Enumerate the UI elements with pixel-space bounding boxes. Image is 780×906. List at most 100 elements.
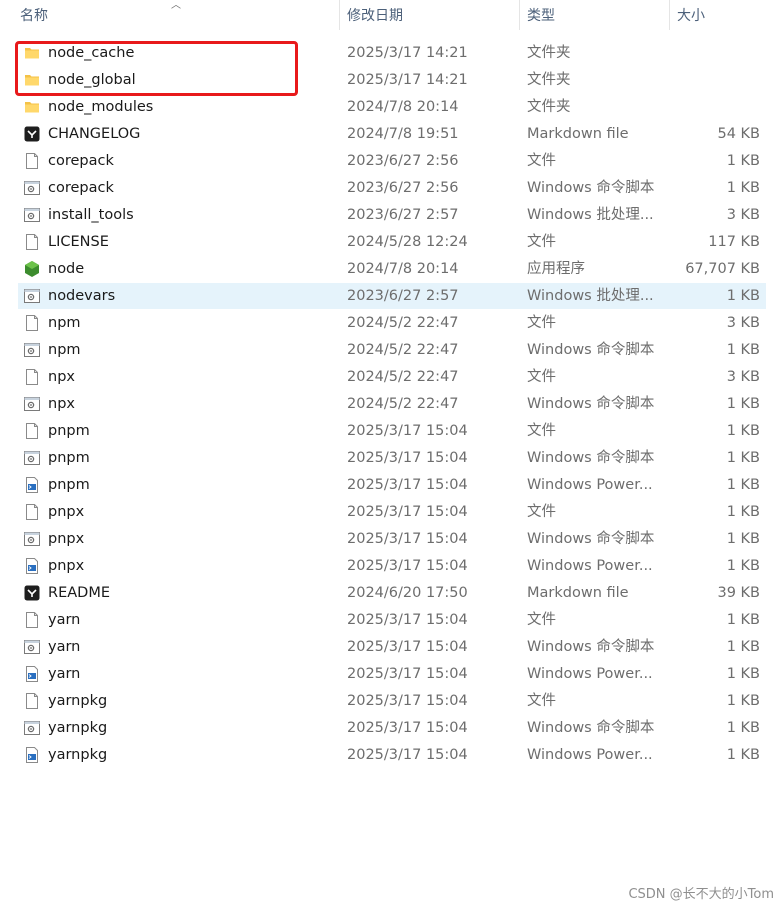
file-icon [23,152,41,170]
file-date: 2024/5/28 12:24 [347,234,468,250]
file-size: 1 KB [726,558,760,574]
file-row[interactable]: node_modules 2024/7/8 20:14 文件夹 [18,94,766,120]
file-name: node_modules [48,99,154,115]
file-row[interactable]: README 2024/6/20 17:50 Markdown file 39 KB [18,580,766,606]
file-size: 39 KB [717,585,760,601]
file-type: Windows Power... [527,477,653,493]
file-row[interactable]: yarn 2025/3/17 15:04 Windows 命令脚本 1 KB [18,634,766,660]
column-divider[interactable] [519,0,520,30]
watermark: CSDN @长不大的小Tom [628,887,774,902]
file-date: 2025/3/17 15:04 [347,747,468,763]
file-size: 1 KB [726,423,760,439]
file-date: 2025/3/17 15:04 [347,612,468,628]
column-header-size[interactable]: 大小 [677,0,705,32]
file-name: corepack [48,180,114,196]
file-name: pnpx [48,504,85,520]
file-row[interactable]: yarnpkg 2025/3/17 15:04 文件 1 KB [18,688,766,714]
file-size: 3 KB [726,315,760,331]
file-size: 1 KB [726,288,760,304]
file-icon [23,314,41,332]
file-type: Markdown file [527,126,629,142]
file-icon [23,368,41,386]
file-name: pnpm [48,423,90,439]
file-row[interactable]: node 2024/7/8 20:14 应用程序 67,707 KB [18,256,766,282]
file-date: 2025/3/17 15:04 [347,450,468,466]
file-icon [23,422,41,440]
file-row[interactable]: npx 2024/5/2 22:47 文件 3 KB [18,364,766,390]
file-size: 117 KB [708,234,760,250]
file-name: yarnpkg [48,693,108,709]
file-date: 2025/3/17 15:04 [347,531,468,547]
file-row[interactable]: pnpx 2025/3/17 15:04 Windows 命令脚本 1 KB [18,526,766,552]
file-date: 2024/5/2 22:47 [347,369,459,385]
file-type: 文件 [527,693,556,709]
file-row[interactable]: npx 2024/5/2 22:47 Windows 命令脚本 1 KB [18,391,766,417]
file-row[interactable]: npm 2024/5/2 22:47 Windows 命令脚本 1 KB [18,337,766,363]
file-row[interactable]: pnpm 2025/3/17 15:04 Windows 命令脚本 1 KB [18,445,766,471]
file-row[interactable]: pnpx 2025/3/17 15:04 Windows Power... 1 KB [18,553,766,579]
file-row[interactable]: pnpx 2025/3/17 15:04 文件 1 KB [18,499,766,525]
file-date: 2025/3/17 15:04 [347,666,468,682]
script-icon [23,341,41,359]
file-size: 67,707 KB [685,261,760,277]
file-row[interactable]: nodevars 2023/6/27 2:57 Windows 批处理... 1 KB [18,283,766,309]
file-row[interactable]: yarnpkg 2025/3/17 15:04 Windows 命令脚本 1 KB [18,715,766,741]
script-icon [23,449,41,467]
file-size: 1 KB [726,531,760,547]
file-type: 文件 [527,315,556,331]
file-name: npx [48,396,75,412]
file-date: 2024/5/2 22:47 [347,342,459,358]
file-row[interactable]: npm 2024/5/2 22:47 文件 3 KB [18,310,766,336]
file-type: Windows Power... [527,558,653,574]
file-row[interactable]: corepack 2023/6/27 2:56 Windows 命令脚本 1 KB [18,175,766,201]
file-row[interactable]: yarn 2025/3/17 15:04 Windows Power... 1 KB [18,661,766,687]
file-name: nodevars [48,288,116,304]
column-header-date[interactable]: 修改日期 [347,0,403,32]
script-icon [23,719,41,737]
markdown-icon [23,584,41,602]
file-name: npm [48,342,81,358]
column-header-name[interactable]: 名称 [20,0,48,32]
column-divider[interactable] [669,0,670,30]
column-header-type[interactable]: 类型 [527,0,555,32]
file-row[interactable]: yarn 2025/3/17 15:04 文件 1 KB [18,607,766,633]
column-divider[interactable] [339,0,340,30]
column-header: 名称 ︿ 修改日期 类型 大小 [0,0,780,32]
file-name: pnpm [48,477,90,493]
file-type: Windows 批处理... [527,288,654,304]
powershell-icon [23,746,41,764]
file-size: 1 KB [726,666,760,682]
powershell-icon [23,665,41,683]
file-row[interactable]: pnpm 2025/3/17 15:04 文件 1 KB [18,418,766,444]
file-row[interactable]: corepack 2023/6/27 2:56 文件 1 KB [18,148,766,174]
file-row[interactable]: LICENSE 2024/5/28 12:24 文件 117 KB [18,229,766,255]
file-type: Windows 命令脚本 [527,720,655,736]
file-row[interactable]: pnpm 2025/3/17 15:04 Windows Power... 1 KB [18,472,766,498]
file-name: CHANGELOG [48,126,141,142]
file-type: Markdown file [527,585,629,601]
file-type: Windows 命令脚本 [527,180,655,196]
markdown-icon [23,125,41,143]
file-icon [23,503,41,521]
file-date: 2024/5/2 22:47 [347,396,459,412]
file-date: 2025/3/17 14:21 [347,45,468,61]
file-type: 应用程序 [527,261,585,277]
script-icon [23,530,41,548]
file-name: node [48,261,85,277]
file-row[interactable]: yarnpkg 2025/3/17 15:04 Windows Power... 1 … [18,742,766,768]
file-date: 2023/6/27 2:57 [347,207,459,223]
file-size: 1 KB [726,342,760,358]
file-size: 1 KB [726,450,760,466]
file-date: 2024/5/2 22:47 [347,315,459,331]
file-name: install_tools [48,207,134,223]
file-size: 54 KB [717,126,760,142]
file-date: 2024/7/8 20:14 [347,99,459,115]
file-type: Windows 批处理... [527,207,654,223]
file-date: 2025/3/17 15:04 [347,504,468,520]
file-name: corepack [48,153,114,169]
file-date: 2024/7/8 20:14 [347,261,459,277]
file-row[interactable]: install_tools 2023/6/27 2:57 Windows 批处理..… [18,202,766,228]
file-row[interactable]: CHANGELOG 2024/7/8 19:51 Markdown file 54 K… [18,121,766,147]
file-name: yarnpkg [48,720,108,736]
file-type: Windows Power... [527,747,653,763]
